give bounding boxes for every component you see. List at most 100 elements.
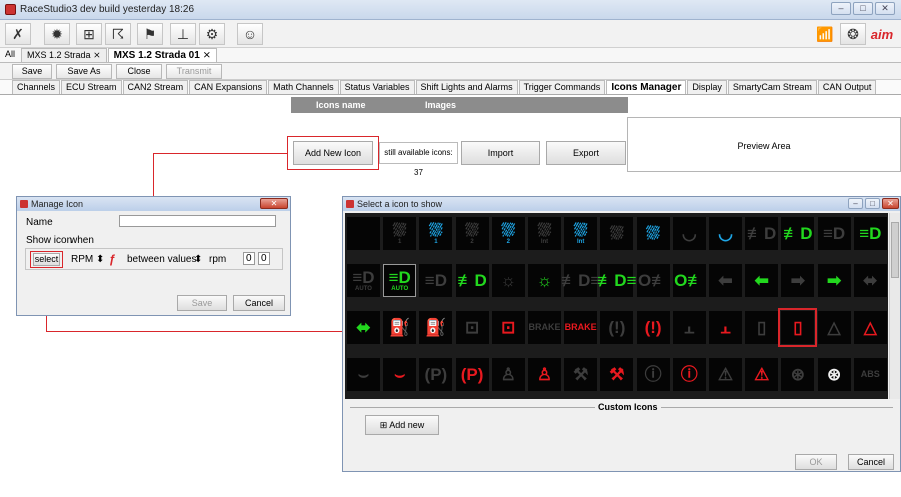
icon-cell[interactable]: O≢	[636, 264, 670, 297]
tab-close-icon[interactable]: ⨯	[93, 50, 101, 60]
value-low-input[interactable]: 0	[243, 252, 255, 265]
scrollbar-thumb[interactable]	[891, 222, 899, 278]
icon-cell[interactable]: ABS	[853, 358, 887, 391]
value-high-input[interactable]: 0	[258, 252, 270, 265]
icon-cell[interactable]: ⌣	[347, 358, 380, 391]
icon-cell[interactable]: ⫠	[672, 311, 706, 344]
column-images[interactable]: Images	[425, 100, 456, 110]
maximize-icon[interactable]: □	[865, 198, 880, 209]
spinner-icon[interactable]: ⬍	[96, 254, 104, 265]
icon-cell[interactable]: ⬌	[853, 264, 887, 297]
minimize-icon[interactable]: –	[848, 198, 863, 209]
icon-cell[interactable]: (!)	[600, 311, 634, 344]
icon-cell[interactable]: (P)	[455, 358, 489, 391]
save-button[interactable]: Save	[12, 64, 52, 79]
icon-cell[interactable]: ⛆ 2	[491, 217, 525, 250]
icon-cell[interactable]: (P)	[419, 358, 453, 391]
icon-cell[interactable]: ≡D AUTO	[347, 264, 380, 297]
add-new-custom-button[interactable]: ⊞ Add new	[365, 415, 439, 435]
icon-cell[interactable]: ≢D≡	[561, 264, 600, 297]
icon-cell[interactable]: ♙	[491, 358, 525, 391]
tab-status-variables[interactable]: Status Variables	[339, 80, 415, 94]
icon-cell[interactable]: ➡	[817, 264, 851, 297]
icon-cell[interactable]: ⊛	[817, 358, 851, 391]
import-button[interactable]: Import	[461, 141, 540, 165]
tab-all[interactable]: All	[0, 48, 20, 62]
transmit-button[interactable]: Transmit	[166, 64, 222, 79]
name-input[interactable]	[119, 215, 276, 227]
tab-can-output[interactable]: CAN Output	[817, 80, 877, 94]
dashboard-icon[interactable]: ⚑	[137, 23, 163, 45]
tab-can-expansions[interactable]: CAN Expansions	[189, 80, 268, 94]
save-as-button[interactable]: Save As	[56, 64, 112, 79]
icon-cell[interactable]: ♙	[528, 358, 561, 391]
tab-icons-manager[interactable]: Icons Manager	[606, 80, 687, 94]
icon-cell[interactable]: ⛆ Int	[564, 217, 598, 250]
network-icon[interactable]: ❂	[840, 23, 866, 45]
icon-cell[interactable]: △	[853, 311, 887, 344]
close-icon[interactable]: ✕	[260, 198, 288, 209]
icon-cell[interactable]: ▯	[745, 311, 779, 344]
tab-ecu-stream[interactable]: ECU Stream	[61, 80, 122, 94]
icon-cell[interactable]: ⓘ	[672, 358, 706, 391]
tab-close-icon[interactable]: ⨯	[203, 50, 211, 61]
tab-channels[interactable]: Channels	[12, 80, 61, 94]
track-icon[interactable]: ☈	[105, 23, 131, 45]
icon-cell[interactable]: ≡D	[853, 217, 887, 250]
icon-cell[interactable]: ⛆ 1	[419, 217, 453, 250]
icon-cell[interactable]	[347, 217, 380, 250]
icon-cell[interactable]: ◡	[709, 217, 742, 250]
download-icon[interactable]: ⊥	[170, 23, 196, 45]
icon-cell[interactable]: ⊡	[491, 311, 525, 344]
tab-mxs-strada[interactable]: MXS 1.2 Strada ⨯	[21, 48, 107, 62]
icon-cell[interactable]: ⛆	[600, 217, 634, 250]
tools-icon[interactable]: ✗	[5, 23, 31, 45]
icon-cell[interactable]: ⚒	[600, 358, 634, 391]
wifi-icon[interactable]: 📶	[812, 23, 838, 45]
settings-icon[interactable]: ⚙	[199, 23, 225, 45]
icon-cell[interactable]: ⬌	[347, 311, 380, 344]
icon-cell[interactable]: BRAKE	[528, 311, 561, 344]
save-dialog-button[interactable]: Save	[177, 295, 227, 311]
tab-display[interactable]: Display	[687, 80, 727, 94]
icon-cell[interactable]: ⊡	[455, 311, 489, 344]
maximize-icon[interactable]: □	[853, 2, 873, 15]
channel-select[interactable]: RPM ⬍	[71, 254, 104, 265]
icon-cell[interactable]: ⛽	[419, 311, 453, 344]
tab-smartycam-stream[interactable]: SmartyCam Stream	[727, 80, 817, 94]
vertical-scrollbar[interactable]	[889, 213, 900, 399]
icon-cell[interactable]: ≢D	[781, 217, 815, 250]
chart-icon[interactable]: ⊞	[76, 23, 102, 45]
icon-cell[interactable]: ⛽	[383, 311, 417, 344]
icon-cell[interactable]: ⫠	[709, 311, 742, 344]
tab-shift-lights-and-alarms[interactable]: Shift Lights and Alarms	[415, 80, 518, 94]
tab-can2-stream[interactable]: CAN2 Stream	[122, 80, 189, 94]
close-button[interactable]: Close	[116, 64, 162, 79]
icon-cell[interactable]: ◡	[672, 217, 706, 250]
icon-cell[interactable]: ☼	[528, 264, 561, 297]
close-icon[interactable]: ✕	[875, 2, 895, 15]
cancel-select-button[interactable]: Cancel	[848, 454, 894, 470]
tab-math-channels[interactable]: Math Channels	[268, 80, 339, 94]
icon-cell[interactable]: ➡	[781, 264, 815, 297]
icon-cell[interactable]: ≢D	[455, 264, 489, 297]
ok-button[interactable]: OK	[795, 454, 837, 470]
export-button[interactable]: Export	[546, 141, 626, 165]
icon-cell[interactable]: ⛆	[636, 217, 670, 250]
icon-cell[interactable]: ⚒	[564, 358, 598, 391]
icon-cell[interactable]: ⛆ Int	[528, 217, 561, 250]
icon-cell[interactable]: ≡D AUTO	[383, 264, 417, 297]
condition-select[interactable]: between values	[127, 254, 197, 265]
condition-spinner-icon[interactable]: ⬍	[194, 254, 202, 265]
icon-cell[interactable]: ⬅	[709, 264, 742, 297]
icon-cell[interactable]: ⛆ 1	[383, 217, 417, 250]
close-icon[interactable]: ✕	[882, 198, 899, 209]
cancel-dialog-button[interactable]: Cancel	[233, 295, 285, 311]
device-icon[interactable]: ✹	[44, 23, 70, 45]
select-button[interactable]: select	[33, 253, 60, 266]
icon-cell[interactable]: ☼	[491, 264, 525, 297]
add-new-icon-button[interactable]: Add New Icon	[293, 141, 373, 165]
tab-trigger-commands[interactable]: Trigger Commands	[518, 80, 606, 94]
icon-cell[interactable]: △	[817, 311, 851, 344]
icon-cell[interactable]: ≢D≡	[597, 264, 637, 297]
